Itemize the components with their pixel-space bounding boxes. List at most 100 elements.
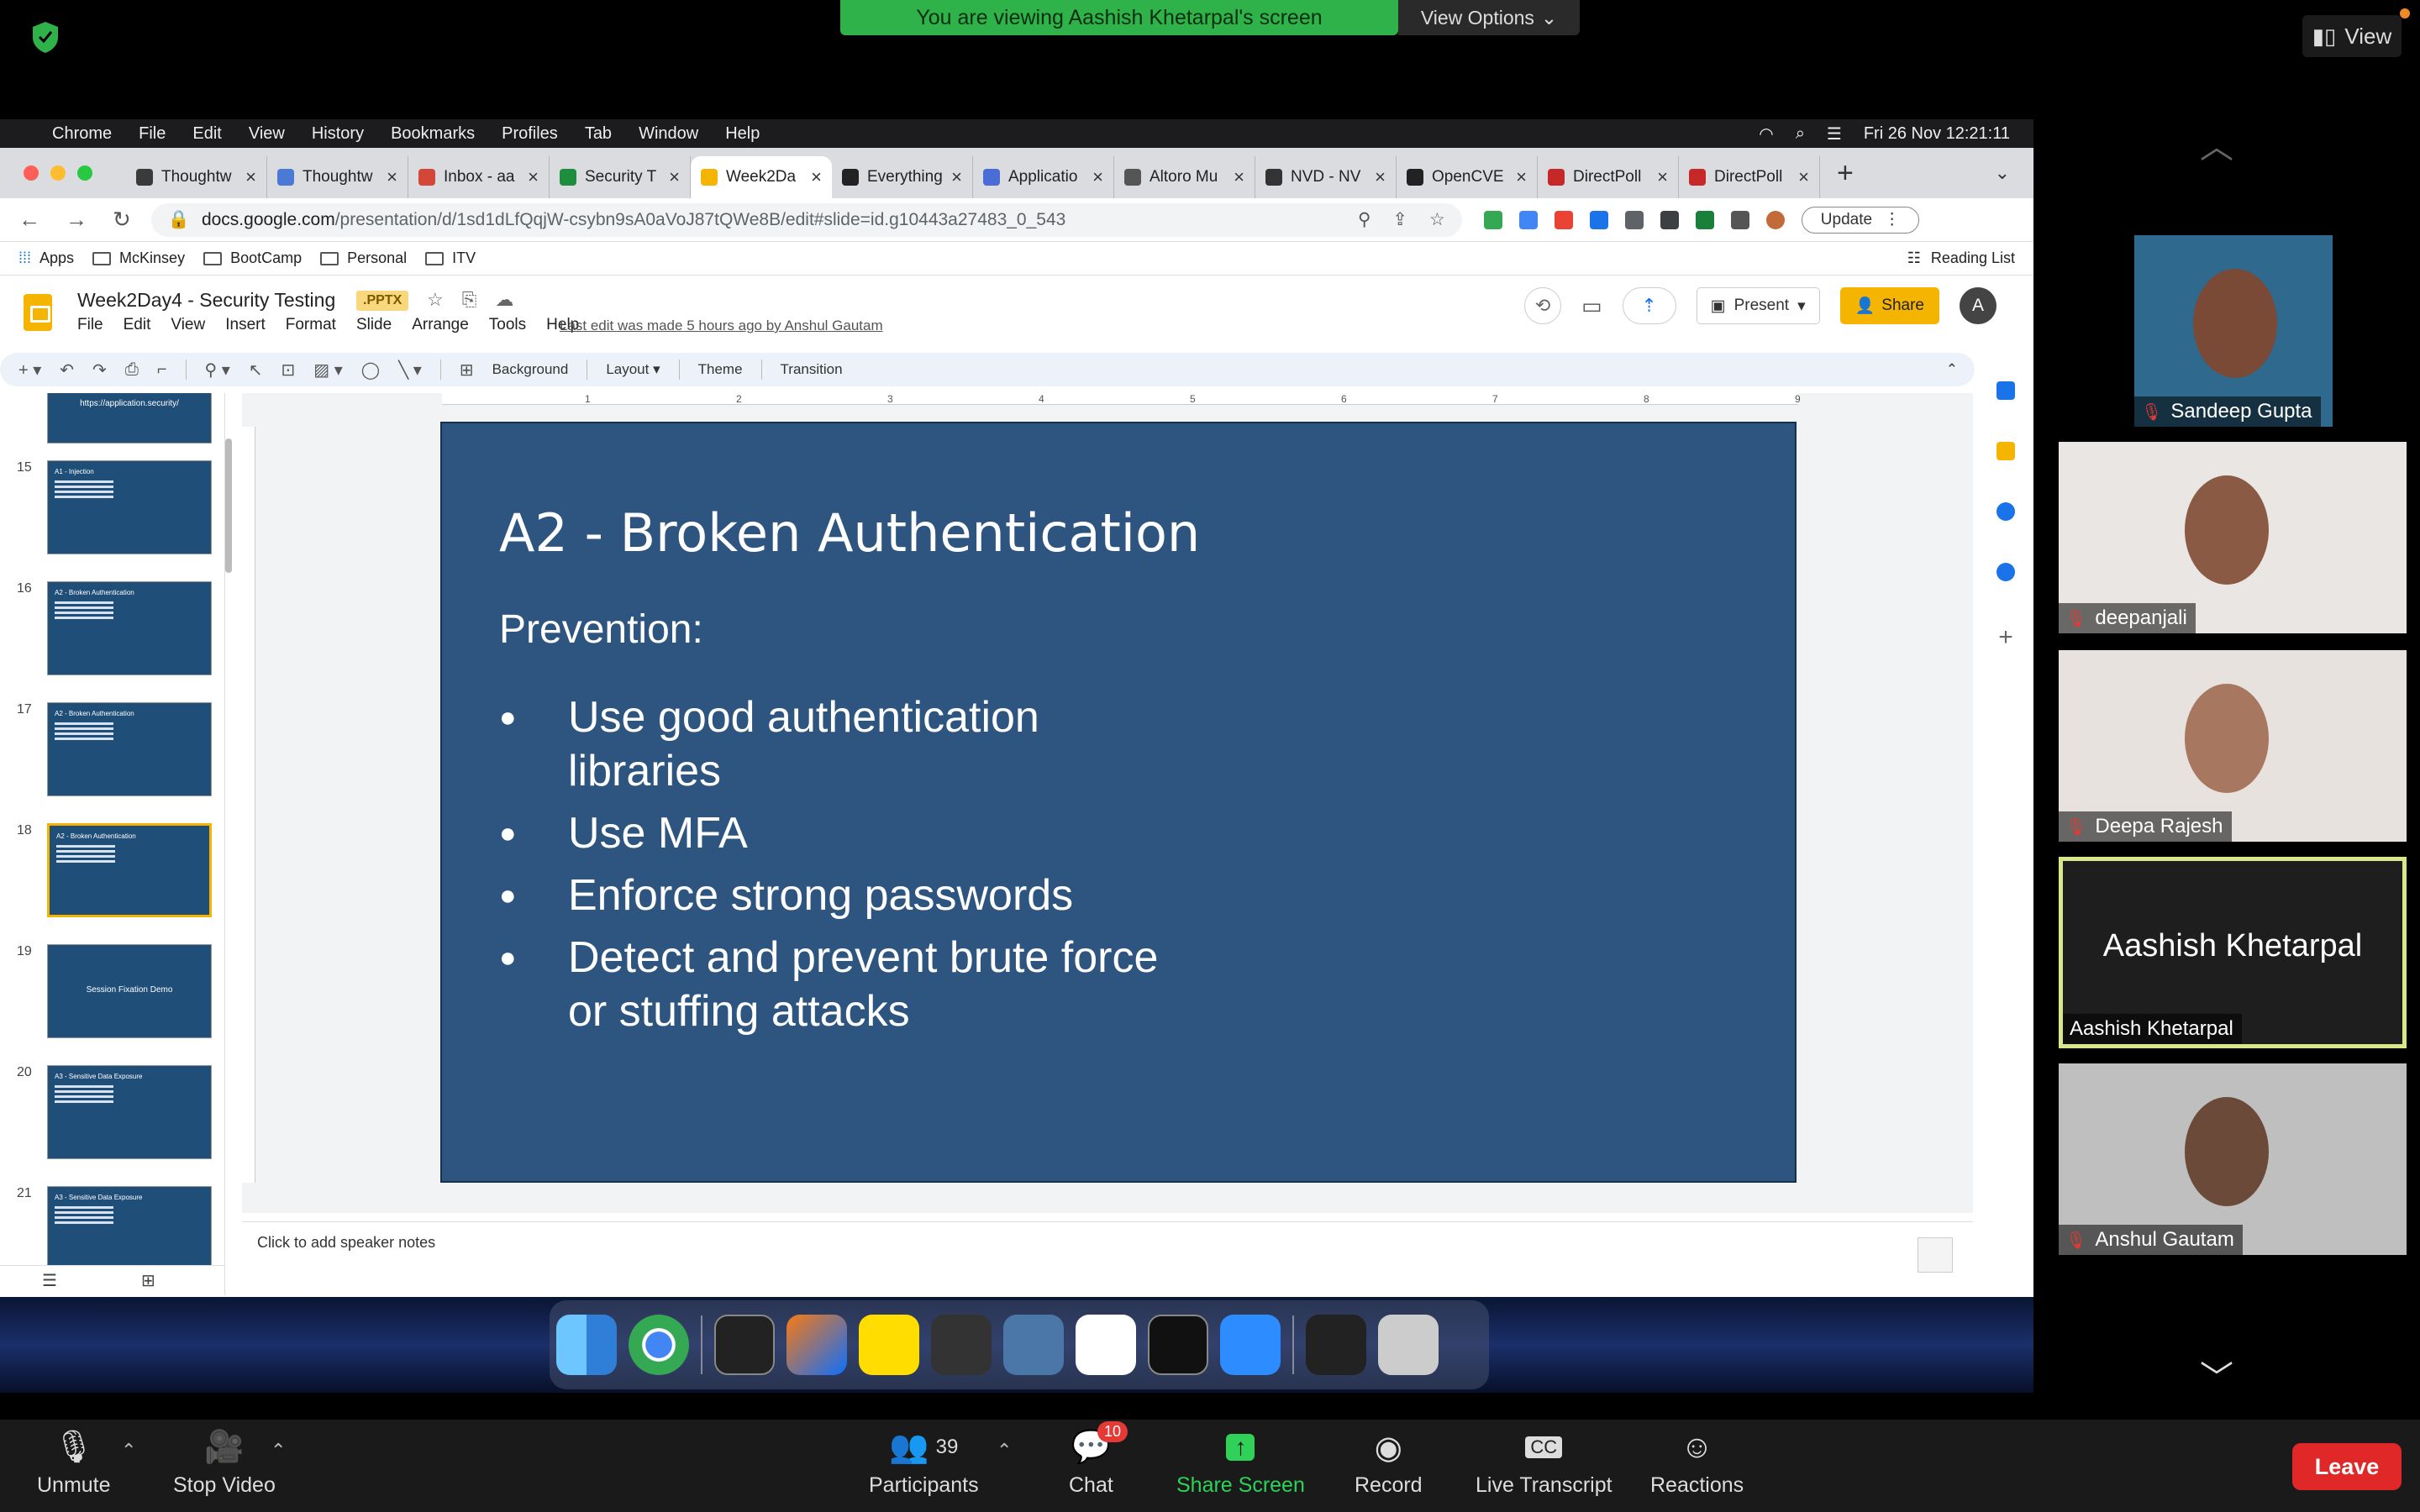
wireshark-icon[interactable] (1003, 1315, 1064, 1375)
share-screen-button[interactable]: ↑ Share Screen (1176, 1428, 1305, 1498)
update-button[interactable]: Update ⋮ (1801, 206, 1920, 234)
bookmark-personal[interactable]: Personal (320, 249, 407, 267)
close-tab-icon[interactable]: × (1657, 166, 1668, 188)
bullet-list[interactable]: Use good authentication libraries Use MFA… (499, 690, 1171, 1047)
browser-tab[interactable]: Week2Da × (691, 156, 832, 198)
reload-icon[interactable]: ↻ (113, 207, 131, 233)
slides-menu-item[interactable]: File (77, 316, 103, 334)
drive-extension-icon[interactable] (1483, 210, 1502, 229)
slide-thumbnail[interactable]: A2 - Broken Authentication (47, 581, 212, 675)
add-addon-plus-icon[interactable]: + (1983, 623, 2028, 652)
line-icon[interactable]: ╲ ▾ (398, 360, 422, 381)
browser-tab[interactable]: DirectPoll × (1679, 156, 1820, 198)
slides-menu-item[interactable]: Edit (124, 316, 151, 334)
new-slide-icon[interactable]: + ▾ (18, 360, 41, 381)
view-button[interactable]: ▮▯ View (2302, 15, 2402, 57)
audio-options-caret-icon[interactable]: ⌃ (121, 1440, 136, 1462)
new-tab-plus-icon[interactable]: + (1837, 157, 1854, 190)
slides-menu-item[interactable]: View (171, 316, 205, 334)
extension-icon[interactable] (1624, 210, 1644, 229)
chevron-down-icon[interactable]: ▾ (1797, 297, 1806, 316)
bookmark-mckinsey[interactable]: McKinsey (92, 249, 185, 267)
close-tab-icon[interactable]: × (1375, 166, 1386, 188)
browser-tab[interactable]: Applicatio × (973, 156, 1114, 198)
comments-icon[interactable]: ▭ (1581, 293, 1602, 319)
record-button[interactable]: ◉ Record (1355, 1428, 1423, 1498)
paint-format-icon[interactable]: ⌐ (157, 360, 167, 380)
collapse-chevron-icon[interactable]: ⌃ (1946, 361, 1958, 378)
slide-bullet[interactable]: Use good authentication libraries (499, 690, 1171, 798)
extension-icon[interactable] (1518, 210, 1538, 229)
back-arrow-icon[interactable]: ← (18, 207, 40, 233)
list-view-icon[interactable]: ☰ (42, 1270, 57, 1291)
image-icon[interactable]: ▨ ▾ (313, 360, 343, 381)
close-tab-icon[interactable]: × (1798, 166, 1809, 188)
meet-present-icon[interactable]: ⇡ (1622, 287, 1676, 324)
reading-list-button[interactable]: ☷ Reading List (1907, 249, 2015, 267)
slides-menu-item[interactable]: Insert (225, 316, 266, 334)
browser-tab[interactable]: NVD - NV × (1255, 156, 1397, 198)
slide-thumbnail[interactable]: A2 - Broken Authentication (47, 823, 212, 917)
participant-tile[interactable]: 🎙 deepanjali (2059, 442, 2407, 633)
extension-icon[interactable] (1695, 210, 1714, 229)
close-tab-icon[interactable]: × (669, 166, 680, 188)
account-avatar[interactable]: A (1960, 287, 1996, 324)
transition-button[interactable]: Transition (781, 361, 843, 378)
reactions-button[interactable]: ☺ Reactions (1650, 1428, 1744, 1498)
stop-video-button[interactable]: 🎥 Stop Video (173, 1428, 276, 1498)
miro-icon[interactable] (859, 1315, 919, 1375)
bookmark-itv[interactable]: ITV (425, 249, 476, 267)
tasks-icon[interactable] (1996, 502, 2015, 521)
browser-tab[interactable]: Thoughtw × (267, 156, 408, 198)
slides-menu-item[interactable]: Tools (489, 316, 526, 334)
speaker-notes[interactable]: Click to add speaker notes (242, 1221, 1973, 1292)
slide-bullet[interactable]: Enforce strong passwords (499, 869, 1171, 922)
close-tab-icon[interactable]: × (245, 166, 256, 188)
slides-logo-icon[interactable] (24, 294, 52, 331)
browser-tab[interactable]: Thoughtw × (126, 156, 267, 198)
mac-menu-item[interactable]: File (139, 124, 166, 144)
wifi-icon[interactable]: ◠ (1759, 123, 1773, 144)
leave-button[interactable]: Leave (2292, 1443, 2402, 1490)
slide-bullet[interactable]: Detect and prevent brute force or stuffi… (499, 931, 1171, 1038)
mac-menu-item[interactable]: Chrome (52, 124, 112, 144)
browser-tab[interactable]: DirectPoll × (1538, 156, 1679, 198)
slide-thumbnail[interactable]: A3 - Sensitive Data Exposure (47, 1065, 212, 1159)
mac-menu-item[interactable]: Edit (192, 124, 221, 144)
menu-clock[interactable]: Fri 26 Nov 12:21:11 (1864, 124, 2010, 144)
slide-bullet[interactable]: Use MFA (499, 806, 1171, 860)
slide-subtitle[interactable]: Prevention: (499, 606, 703, 653)
slides-menu-item[interactable]: Arrange (412, 316, 469, 334)
participant-tile[interactable]: 🎙 Sandeep Gupta (2134, 235, 2333, 427)
keep-icon[interactable] (1996, 442, 2015, 460)
address-bar[interactable]: 🔒 docs.google.com/presentation/d/1sd1dLf… (150, 202, 1462, 237)
slide-thumbnail[interactable]: Session Fixation Demo (47, 944, 212, 1038)
contacts-icon[interactable] (1996, 563, 2015, 581)
chat-button[interactable]: 💬 10 Chat (1069, 1421, 1128, 1498)
intellij-icon[interactable] (786, 1315, 847, 1375)
zoom-icon[interactable]: ⚲ ▾ (205, 360, 230, 381)
browser-tab[interactable]: Inbox - aa × (408, 156, 550, 198)
participant-tile[interactable]: 🎙 Anshul Gautam (2059, 1063, 2407, 1255)
browser-tab[interactable]: Altoro Mu × (1114, 156, 1255, 198)
layout-button[interactable]: Layout ▾ (606, 361, 660, 378)
browser-tab[interactable]: Everything × (832, 156, 973, 198)
mac-menu-item[interactable]: Window (639, 124, 698, 144)
extension-icon[interactable] (1554, 210, 1573, 229)
forward-arrow-icon[interactable]: → (66, 207, 87, 233)
move-folder-icon[interactable]: ⎘ (462, 289, 477, 311)
tab-search-chevron-icon[interactable]: ⌄ (1995, 162, 2010, 184)
mac-menu-item[interactable]: Profiles (502, 124, 558, 144)
shape-icon[interactable]: ◯ (361, 360, 380, 381)
finder-icon[interactable] (556, 1315, 617, 1375)
extension-icon[interactable] (1589, 210, 1608, 229)
mac-menu-item[interactable]: Bookmarks (391, 124, 475, 144)
sublime-text-icon[interactable] (931, 1315, 992, 1375)
mac-menu-item[interactable]: Help (725, 124, 760, 144)
participants-options-caret-icon[interactable]: ⌃ (997, 1440, 1012, 1462)
present-button[interactable]: ▣ Present ▾ (1696, 287, 1820, 324)
participant-tile[interactable]: Aashish Khetarpal Aashish Khetarpal (2059, 857, 2407, 1048)
view-options-button[interactable]: View Options ⌄ (1398, 0, 1580, 35)
undo-icon[interactable]: ↶ (60, 360, 74, 381)
minimize-window-icon[interactable] (50, 165, 66, 181)
